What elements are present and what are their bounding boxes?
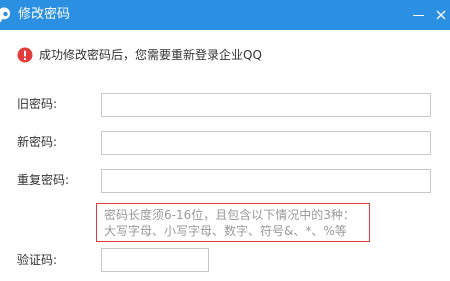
minimize-button[interactable] [408,3,430,27]
old-password-label: 旧密码: [17,97,58,111]
close-button[interactable] [432,3,450,27]
close-icon [436,10,446,20]
captcha-label: 验证码: [17,253,58,267]
qq-logo-icon [0,7,11,22]
change-password-dialog: 修改密码 成功修改密码后，您需要重新登录企业QQ 旧密码: 新密码: 重复密码:… [0,0,450,281]
window-title: 修改密码 [18,7,71,22]
new-password-label: 新密码: [17,135,58,149]
hint-line-2: 大写字母、小写字母、数字、符号&、*、%等 [104,224,347,238]
new-password-field[interactable] [101,131,431,155]
confirm-password-label: 重复密码: [17,173,70,187]
hint-line-1: 密码长度须6-16位，且包含以下情况中的3种： [104,208,355,222]
warning-circle-icon [17,47,33,63]
password-rule-hint: 密码长度须6-16位，且包含以下情况中的3种： 大写字母、小写字母、数字、符号&… [96,203,370,242]
relogin-notice: 成功修改密码后，您需要重新登录企业QQ [17,45,437,65]
confirm-password-field[interactable] [101,169,431,193]
title-bar[interactable]: 修改密码 [0,0,450,30]
minimize-icon [413,15,424,16]
notice-text: 成功修改密码后，您需要重新登录企业QQ [39,48,262,62]
captcha-field[interactable] [101,248,209,272]
old-password-field[interactable] [101,93,431,117]
